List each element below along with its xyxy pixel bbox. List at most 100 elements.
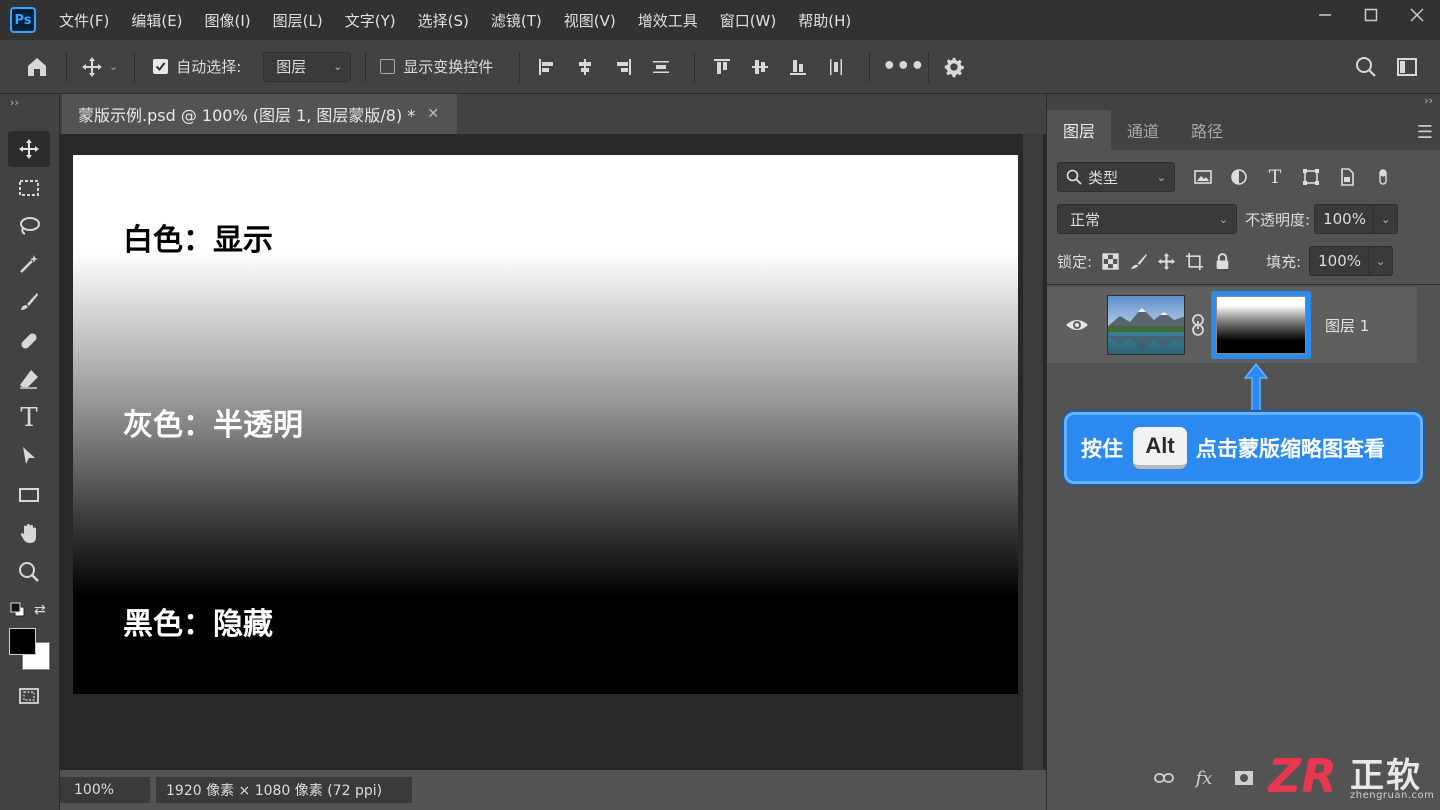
type-tool-icon[interactable]: T — [8, 400, 50, 436]
filter-adjustment-icon[interactable] — [1221, 162, 1257, 192]
menu-image[interactable]: 图像(I) — [194, 10, 262, 31]
fill-field[interactable]: 100% ⌄ — [1309, 246, 1394, 276]
filter-type-icon[interactable]: T — [1257, 162, 1293, 192]
auto-select-label: 自动选择: — [176, 58, 242, 76]
magic-wand-tool-icon[interactable] — [8, 246, 50, 282]
lock-artboard-icon[interactable] — [1180, 248, 1208, 274]
collapse-tools-icon[interactable]: ›› — [10, 96, 19, 109]
chevron-down-icon[interactable]: ⌄ — [109, 60, 118, 73]
menu-type[interactable]: 文字(Y) — [334, 10, 407, 31]
document-tab[interactable]: 蒙版示例.psd @ 100% (图层 1, 图层蒙版/8) * ✕ — [62, 94, 457, 134]
menu-view[interactable]: 视图(V) — [553, 10, 627, 31]
align-left-icon[interactable] — [528, 50, 566, 84]
chevron-down-icon[interactable]: ⌄ — [1373, 205, 1397, 233]
show-transform-checkbox[interactable] — [380, 59, 396, 74]
lock-image-pixels-icon[interactable] — [1124, 248, 1152, 274]
menu-file[interactable]: 文件(F) — [48, 10, 120, 31]
workspace-icon[interactable] — [1390, 50, 1424, 84]
link-layers-icon[interactable] — [1144, 760, 1184, 796]
lock-transparent-pixels-icon[interactable] — [1096, 248, 1124, 274]
brush-tool-icon[interactable] — [8, 284, 50, 320]
lock-fill-row: 锁定: 填充: 100% ⌄ — [1057, 246, 1403, 276]
menu-filter[interactable]: 滤镜(T) — [480, 10, 553, 31]
tab-layers[interactable]: 图层 — [1047, 110, 1112, 150]
distribute-vertical-icon[interactable] — [642, 50, 680, 84]
opacity-field[interactable]: 100% ⌄ — [1314, 204, 1399, 234]
separator — [928, 51, 930, 82]
separator — [134, 51, 136, 82]
auto-select-target-value: 图层 — [276, 58, 307, 76]
lock-label: 锁定: — [1057, 252, 1093, 271]
lock-position-icon[interactable] — [1152, 248, 1180, 274]
align-bottom-icon[interactable] — [779, 50, 817, 84]
add-mask-icon[interactable] — [1224, 760, 1264, 796]
align-right-icon[interactable] — [604, 50, 642, 84]
minimize-icon[interactable] — [1302, 0, 1348, 30]
filter-smart-object-icon[interactable] — [1329, 162, 1365, 192]
align-center-horizontal-icon[interactable] — [566, 50, 604, 84]
menu-help[interactable]: 帮助(H) — [787, 10, 862, 31]
distribute-horizontal-icon[interactable] — [817, 50, 855, 84]
menu-plugins[interactable]: 增效工具 — [627, 10, 709, 31]
blend-mode-dropdown[interactable]: 正常 ⌄ — [1057, 204, 1237, 234]
auto-select-target-dropdown[interactable]: 图层 ⌄ — [263, 51, 352, 82]
move-tool-icon[interactable] — [8, 131, 50, 167]
path-selection-tool-icon[interactable] — [8, 438, 50, 474]
lasso-tool-icon[interactable] — [8, 208, 50, 244]
hand-tool-icon[interactable] — [8, 516, 50, 552]
rectangle-tool-icon[interactable] — [8, 477, 50, 513]
close-icon[interactable] — [1394, 0, 1440, 30]
window-controls — [1302, 0, 1440, 30]
layer-thumbnail[interactable] — [1107, 295, 1185, 355]
close-tab-icon[interactable]: ✕ — [427, 106, 439, 122]
search-icon[interactable] — [1349, 50, 1383, 84]
align-top-icon[interactable] — [703, 50, 741, 84]
canvas[interactable]: 白色：显示 灰色：半透明 黑色：隐藏 — [73, 155, 1018, 694]
maximize-icon[interactable] — [1348, 0, 1394, 30]
callout-arrow — [1244, 362, 1268, 414]
mask-link-icon[interactable] — [1189, 313, 1207, 337]
align-middle-icon[interactable] — [741, 50, 779, 84]
default-colors-icon[interactable] — [10, 602, 26, 618]
foreground-color-swatch[interactable] — [9, 628, 36, 655]
healing-brush-tool-icon[interactable] — [8, 323, 50, 359]
eye-icon[interactable] — [1065, 313, 1089, 337]
filter-pixel-icon[interactable] — [1185, 162, 1221, 192]
panel-menu-icon[interactable]: ☰ — [1417, 122, 1433, 143]
zoom-tool-icon[interactable] — [8, 554, 50, 590]
gear-icon[interactable] — [937, 50, 971, 84]
blend-mode-value: 正常 — [1070, 210, 1101, 229]
document-tab-title: 蒙版示例.psd @ 100% (图层 1, 图层蒙版/8) * — [78, 106, 416, 125]
menu-layer[interactable]: 图层(L) — [262, 10, 334, 31]
tab-channels[interactable]: 通道 — [1111, 110, 1175, 150]
document-info[interactable]: 1920 像素 × 1080 像素 (72 ppi) — [156, 777, 412, 803]
fx-icon[interactable]: fx — [1184, 760, 1224, 796]
filter-toggle-icon[interactable] — [1365, 162, 1401, 192]
lock-all-icon[interactable] — [1208, 248, 1236, 274]
marquee-tool-icon[interactable] — [8, 170, 50, 206]
zoom-level-field[interactable]: 100% — [60, 777, 150, 803]
quick-mask-icon[interactable] — [8, 678, 50, 714]
layer-mask-thumbnail[interactable] — [1211, 291, 1311, 359]
layer-name[interactable]: 图层 1 — [1325, 315, 1369, 336]
more-options-icon[interactable]: ••• — [882, 50, 924, 84]
filter-shape-icon[interactable] — [1293, 162, 1329, 192]
move-tool-preset-icon[interactable] — [75, 50, 109, 84]
menu-window[interactable]: 窗口(W) — [709, 10, 788, 31]
menu-select[interactable]: 选择(S) — [407, 10, 480, 31]
collapse-panels-icon[interactable]: ›› — [1424, 94, 1433, 107]
menu-edit[interactable]: 编辑(E) — [120, 10, 193, 31]
photoshop-logo: Ps — [10, 7, 36, 33]
filter-kind-dropdown[interactable]: 类型 ⌄ — [1057, 162, 1175, 192]
chevron-down-icon[interactable]: ⌄ — [1368, 247, 1392, 275]
opacity-label: 不透明度: — [1245, 210, 1311, 229]
eraser-tool-icon[interactable] — [8, 361, 50, 397]
panel-dock-header: ›› — [1047, 94, 1440, 110]
auto-select-checkbox[interactable] — [153, 59, 169, 74]
vertical-scrollbar[interactable] — [1023, 134, 1043, 770]
home-icon[interactable] — [20, 50, 54, 84]
layer-row[interactable]: 图层 1 — [1047, 287, 1417, 363]
swap-colors-icon[interactable]: ⇄ — [34, 602, 50, 618]
tab-paths[interactable]: 路径 — [1175, 110, 1239, 150]
opacity-value: 100% — [1323, 210, 1366, 228]
